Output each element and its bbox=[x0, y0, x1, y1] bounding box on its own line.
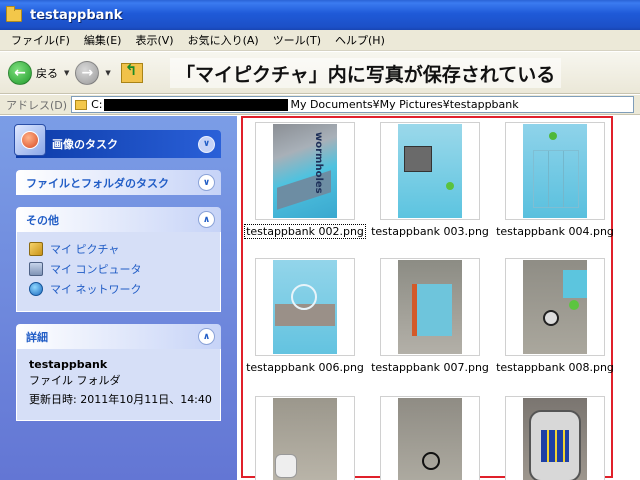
details-title: 詳細 bbox=[26, 330, 48, 344]
other-places-panel: その他 ∧ マイ ピクチャ マイ コンピュータ マイ ネットワーク bbox=[16, 207, 221, 312]
detail-folder-type: ファイル フォルダ bbox=[29, 374, 121, 387]
file-name: testappbank 006.png bbox=[246, 361, 364, 374]
file-name: testappbank 007.png bbox=[371, 361, 489, 374]
collapse-chevron-icon[interactable]: ∧ bbox=[198, 211, 215, 228]
picture-tasks-icon bbox=[14, 124, 46, 156]
address-bar: アドレス(D) C: My Documents¥My Pictures¥test… bbox=[0, 95, 640, 115]
task-pane: 画像のタスク ∨ ファイルとフォルダのタスク ∨ その他 ∧ マイ ピクチャ マ… bbox=[0, 116, 237, 480]
menu-bar: ファイル(F) 編集(E) 表示(V) お気に入り(A) ツール(T) ヘルプ(… bbox=[0, 30, 640, 51]
link-my-computer[interactable]: マイ コンピュータ bbox=[29, 261, 208, 277]
link-my-pictures[interactable]: マイ ピクチャ bbox=[29, 241, 208, 257]
address-label: アドレス(D) bbox=[6, 98, 68, 112]
forward-button[interactable]: → ▼ bbox=[75, 60, 111, 85]
image-tasks-title: 画像のタスク bbox=[52, 138, 118, 151]
address-input[interactable]: C: My Documents¥My Pictures¥testappbank bbox=[71, 96, 634, 113]
file-thumbnail[interactable]: testappbank 003.png bbox=[370, 122, 490, 238]
thumbnail-image bbox=[398, 398, 462, 480]
details-header[interactable]: 詳細 ∧ bbox=[16, 324, 221, 349]
expand-chevron-icon[interactable]: ∨ bbox=[198, 174, 215, 191]
file-name: testappbank 003.png bbox=[371, 225, 489, 238]
file-tasks-panel: ファイルとフォルダのタスク ∨ bbox=[16, 170, 221, 195]
annotation-caption: 「マイピクチャ」内に写真が保存されている bbox=[170, 58, 562, 88]
file-thumbnail[interactable]: testappbank 007.png bbox=[370, 258, 490, 374]
thumbnail-image bbox=[523, 124, 587, 218]
thumbnail-image bbox=[273, 398, 337, 480]
menu-view[interactable]: 表示(V) bbox=[128, 32, 180, 48]
file-tasks-title: ファイルとフォルダのタスク bbox=[26, 176, 169, 190]
file-tasks-header[interactable]: ファイルとフォルダのタスク ∨ bbox=[16, 170, 221, 195]
file-name: testappbank 002.png bbox=[244, 224, 366, 239]
file-name: testappbank 008.png bbox=[496, 361, 614, 374]
thumbnail-image bbox=[523, 260, 587, 354]
forward-arrow-icon: → bbox=[75, 60, 100, 85]
file-thumbnail[interactable]: testappbank 008.png bbox=[495, 258, 615, 374]
menu-edit[interactable]: 編集(E) bbox=[77, 32, 129, 48]
file-thumbnail[interactable]: testappbank 006.png bbox=[245, 258, 365, 374]
my-network-icon bbox=[29, 282, 43, 296]
image-tasks-panel: 画像のタスク ∨ bbox=[14, 124, 221, 158]
file-thumbnail[interactable] bbox=[245, 396, 365, 480]
thumbnail-image bbox=[523, 398, 587, 480]
menu-tools[interactable]: ツール(T) bbox=[266, 32, 328, 48]
thumbnail-image: wormholes bbox=[273, 124, 337, 218]
address-path: My Documents¥My Pictures¥testappbank bbox=[290, 98, 519, 111]
window-title: testappbank bbox=[30, 7, 123, 23]
back-arrow-icon: ← bbox=[8, 60, 32, 85]
other-places-header[interactable]: その他 ∧ bbox=[16, 207, 221, 232]
details-panel: 詳細 ∧ testappbank ファイル フォルダ 更新日時: 2011年10… bbox=[16, 324, 221, 421]
my-pictures-icon bbox=[29, 242, 43, 256]
menu-file[interactable]: ファイル(F) bbox=[4, 32, 77, 48]
other-places-title: その他 bbox=[26, 213, 59, 227]
detail-modified: 更新日時: 2011年10月11日、14:40 bbox=[29, 393, 212, 406]
collapse-chevron-icon[interactable]: ∧ bbox=[198, 328, 215, 345]
image-tasks-header[interactable]: 画像のタスク ∨ bbox=[14, 124, 221, 158]
expand-chevron-icon[interactable]: ∨ bbox=[198, 135, 215, 153]
up-folder-icon bbox=[120, 61, 143, 83]
other-places-body: マイ ピクチャ マイ コンピュータ マイ ネットワーク bbox=[16, 232, 221, 312]
thumbnail-image bbox=[398, 124, 462, 218]
up-folder-button[interactable] bbox=[117, 61, 143, 83]
back-label: 戻る bbox=[36, 66, 58, 80]
folder-icon bbox=[6, 5, 22, 22]
my-computer-icon bbox=[29, 262, 43, 276]
file-thumbnail[interactable]: wormholes testappbank 002.png bbox=[244, 122, 366, 239]
forward-dropdown-icon[interactable]: ▼ bbox=[105, 69, 110, 77]
redacted-path bbox=[104, 98, 289, 111]
file-thumbnail[interactable] bbox=[495, 396, 615, 480]
menu-favorites[interactable]: お気に入り(A) bbox=[181, 32, 266, 48]
menu-help[interactable]: ヘルプ(H) bbox=[328, 32, 392, 48]
folder-icon bbox=[75, 99, 88, 110]
link-label: マイ コンピュータ bbox=[50, 263, 142, 276]
file-name: testappbank 004.png bbox=[496, 225, 614, 238]
title-bar[interactable]: testappbank bbox=[0, 0, 640, 30]
link-label: マイ ピクチャ bbox=[50, 243, 120, 256]
back-button[interactable]: ← 戻る ▼ bbox=[8, 60, 69, 85]
link-label: マイ ネットワーク bbox=[50, 283, 142, 296]
detail-folder-name: testappbank bbox=[29, 358, 108, 371]
address-drive: C: bbox=[91, 98, 103, 111]
file-thumbnail[interactable] bbox=[370, 396, 490, 480]
file-view[interactable]: wormholes testappbank 002.png testappban… bbox=[237, 116, 640, 480]
thumbnail-image bbox=[398, 260, 462, 354]
back-dropdown-icon[interactable]: ▼ bbox=[64, 69, 69, 77]
thumbnail-image bbox=[273, 260, 337, 354]
file-thumbnail[interactable]: testappbank 004.png bbox=[495, 122, 615, 238]
link-my-network[interactable]: マイ ネットワーク bbox=[29, 281, 208, 297]
details-body: testappbank ファイル フォルダ 更新日時: 2011年10月11日、… bbox=[16, 349, 221, 421]
